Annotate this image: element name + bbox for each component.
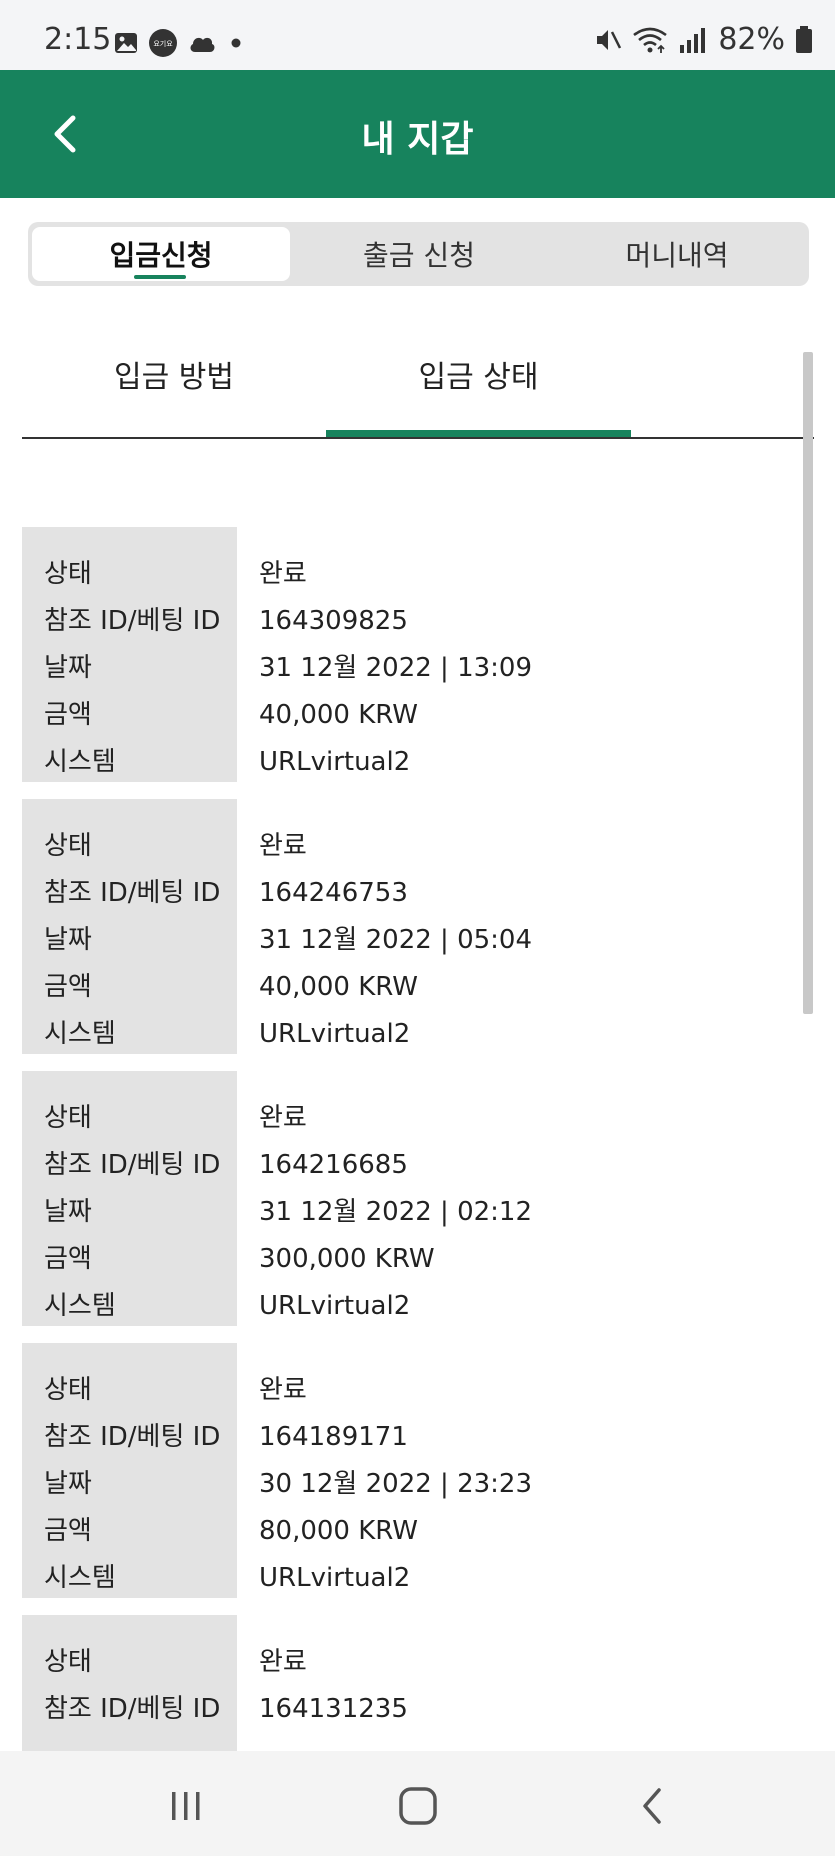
record-labels: 상태 참조 ID/베팅 ID (22, 1615, 237, 1751)
wifi-icon (632, 26, 668, 54)
app-header: 내 지갑 (0, 70, 835, 198)
date-value: 31 12월 2022 | 05:04 (259, 925, 533, 955)
battery-icon (795, 25, 813, 54)
amount-label: 금액 (44, 700, 92, 730)
notification-icons: 요기요 (114, 28, 246, 58)
status-value: 완료 (259, 1103, 307, 1133)
ref-id-value: 164189171 (259, 1422, 408, 1452)
system-icons: 82% (594, 22, 813, 57)
gallery-icon (114, 31, 138, 55)
date-label: 날짜 (44, 653, 92, 683)
date-value: 30 12월 2022 | 23:23 (259, 1469, 533, 1499)
signal-icon (678, 27, 708, 53)
subtab-label: 입금 방법 (114, 360, 234, 395)
tab-money-history[interactable]: 머니내역 (548, 227, 806, 281)
amount-value: 40,000 KRW (259, 700, 419, 730)
status-value: 완료 (259, 1375, 307, 1405)
record-values: 완료 164189171 30 12월 2022 | 23:23 80,000 … (259, 1343, 532, 1608)
home-button[interactable] (388, 1779, 448, 1833)
subtab-deposit-status[interactable]: 입금 상태 (326, 352, 631, 396)
date-label: 날짜 (44, 925, 92, 955)
deposit-record: 상태 참조 ID/베팅 ID 날짜 금액 시스템 완료 164216685 31… (22, 1071, 812, 1326)
system-label: 시스템 (44, 1563, 116, 1593)
status-bar: 2:15 요기요 82% (0, 0, 835, 70)
tab-label: 머니내역 (625, 239, 729, 272)
amount-value: 300,000 KRW (259, 1244, 435, 1274)
back-icon (643, 1788, 661, 1824)
mute-icon (594, 26, 622, 54)
system-value: URLvirtual2 (259, 1291, 411, 1321)
subtab-deposit-method[interactable]: 입금 방법 (22, 352, 326, 396)
system-label: 시스템 (44, 747, 116, 777)
dot-icon (226, 33, 246, 53)
system-value: URLvirtual2 (259, 1019, 411, 1049)
status-value: 완료 (259, 831, 307, 861)
ref-id-label: 참조 ID/베팅 ID (44, 1422, 221, 1452)
recents-icon (172, 1792, 200, 1820)
system-label: 시스템 (44, 1291, 116, 1321)
record-values: 완료 164246753 31 12월 2022 | 05:04 40,000 … (259, 799, 532, 1064)
system-label: 시스템 (44, 1019, 116, 1049)
wallet-tabs: 입금신청 출금 신청 머니내역 (28, 222, 809, 286)
ref-id-value: 164309825 (259, 606, 408, 636)
record-values: 완료 164309825 31 12월 2022 | 13:09 40,000 … (259, 527, 532, 792)
record-labels: 상태 참조 ID/베팅 ID 날짜 금액 시스템 (22, 527, 237, 782)
tab-label: 출금 신청 (363, 239, 475, 272)
system-value: URLvirtual2 (259, 1563, 411, 1593)
active-tab-underline (134, 275, 186, 279)
system-value: URLvirtual2 (259, 747, 411, 777)
record-labels: 상태 참조 ID/베팅 ID 날짜 금액 시스템 (22, 799, 237, 1054)
subtab-divider (22, 437, 814, 439)
deposit-status-list: 상태 참조 ID/베팅 ID 날짜 금액 시스템 완료 164309825 31… (22, 527, 812, 1751)
deposit-record: 상태 참조 ID/베팅 ID 날짜 금액 시스템 완료 164309825 31… (22, 527, 812, 782)
record-labels: 상태 참조 ID/베팅 ID 날짜 금액 시스템 (22, 1343, 237, 1598)
date-value: 31 12월 2022 | 13:09 (259, 653, 533, 683)
recents-button[interactable] (156, 1779, 216, 1833)
tab-label: 입금신청 (109, 239, 213, 272)
ref-id-value: 164216685 (259, 1150, 408, 1180)
status-value: 완료 (259, 559, 307, 589)
app-badge-text: 요기요 (153, 39, 173, 48)
status-label: 상태 (44, 1375, 92, 1405)
status-value: 완료 (259, 1647, 307, 1677)
ref-id-value: 164131235 (259, 1694, 408, 1724)
status-label: 상태 (44, 559, 92, 589)
active-subtab-indicator (326, 430, 631, 437)
system-nav-bar (0, 1751, 835, 1856)
status-label: 상태 (44, 831, 92, 861)
status-label: 상태 (44, 1647, 92, 1677)
record-labels: 상태 참조 ID/베팅 ID 날짜 금액 시스템 (22, 1071, 237, 1326)
date-label: 날짜 (44, 1197, 92, 1227)
tab-withdrawal-request[interactable]: 출금 신청 (290, 227, 548, 281)
amount-label: 금액 (44, 1516, 92, 1546)
page-title: 내 지갑 (361, 119, 474, 160)
ref-id-value: 164246753 (259, 878, 408, 908)
ref-id-label: 참조 ID/베팅 ID (44, 1694, 221, 1724)
ref-id-label: 참조 ID/베팅 ID (44, 606, 221, 636)
ref-id-label: 참조 ID/베팅 ID (44, 1150, 221, 1180)
record-values: 완료 164216685 31 12월 2022 | 02:12 300,000… (259, 1071, 532, 1336)
amount-label: 금액 (44, 1244, 92, 1274)
deposit-record: 상태 참조 ID/베팅 ID 날짜 금액 시스템 완료 164246753 31… (22, 799, 812, 1054)
record-values: 완료 164131235 (259, 1615, 408, 1739)
deposit-record: 상태 참조 ID/베팅 ID 완료 164131235 (22, 1615, 812, 1751)
amount-label: 금액 (44, 972, 92, 1002)
amount-value: 80,000 KRW (259, 1516, 419, 1546)
cloud-icon (188, 32, 216, 54)
amount-value: 40,000 KRW (259, 972, 419, 1002)
home-icon (399, 1787, 437, 1825)
ref-id-label: 참조 ID/베팅 ID (44, 878, 221, 908)
date-value: 31 12월 2022 | 02:12 (259, 1197, 533, 1227)
tab-deposit-request[interactable]: 입금신청 (32, 227, 290, 281)
app-badge-icon: 요기요 (148, 28, 178, 58)
date-label: 날짜 (44, 1469, 92, 1499)
battery-percent: 82% (718, 22, 785, 57)
status-label: 상태 (44, 1103, 92, 1133)
deposit-record: 상태 참조 ID/베팅 ID 날짜 금액 시스템 완료 164189171 30… (22, 1343, 812, 1598)
status-time: 2:15 (44, 22, 112, 57)
subtab-label: 입금 상태 (418, 360, 539, 395)
nav-back-button[interactable] (622, 1779, 682, 1833)
